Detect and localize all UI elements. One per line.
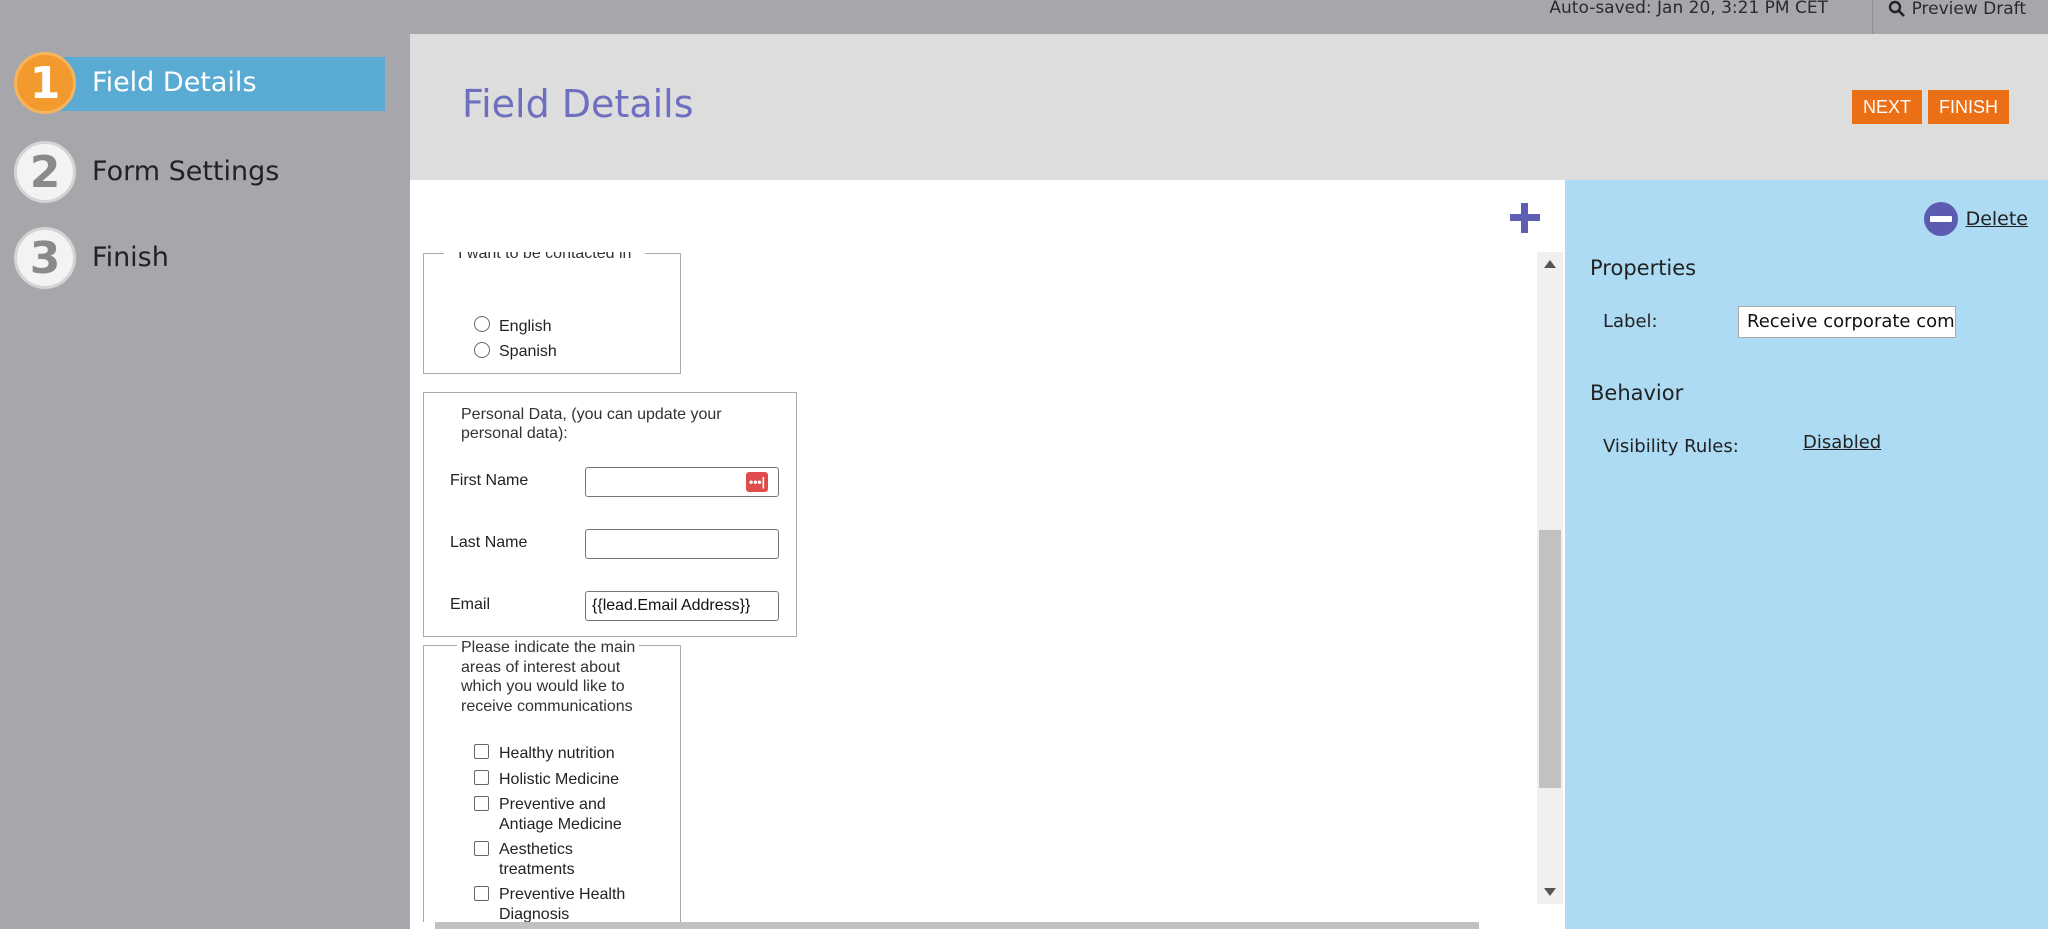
- preview-draft-link[interactable]: Preview Draft: [1888, 0, 2026, 18]
- fieldset-legend: Please indicate the main areas of intere…: [457, 638, 640, 716]
- step-label: Finish: [92, 242, 169, 273]
- scroll-up-arrow-icon[interactable]: [1544, 260, 1556, 268]
- checkbox-label: Preventive Health Diagnosis: [499, 885, 625, 922]
- search-icon: [1888, 0, 1905, 17]
- step-number-badge: 1: [14, 52, 76, 114]
- step-form-settings[interactable]: 2 Form Settings: [14, 141, 374, 203]
- first-name-label: First Name: [450, 472, 529, 489]
- fieldset-legend: Personal Data, (you can update your pers…: [457, 405, 726, 443]
- topbar-divider: [1872, 0, 1873, 34]
- label-line: Diagnosis: [499, 906, 570, 922]
- checkbox-aesthetics[interactable]: [474, 841, 489, 856]
- label-line: Preventive Health: [499, 886, 626, 903]
- behavior-heading: Behavior: [1590, 381, 1684, 405]
- add-field-icon[interactable]: [1507, 200, 1543, 236]
- radio-label: English: [499, 318, 552, 335]
- legend-line: personal data):: [461, 425, 568, 442]
- radio-spanish[interactable]: [474, 342, 490, 358]
- checkbox-holistic-medicine[interactable]: [474, 770, 489, 785]
- label-field-label: Label:: [1603, 311, 1658, 332]
- checkbox-label: Holistic Medicine: [499, 771, 620, 788]
- legend-line: Personal Data, (you can update your: [461, 406, 722, 423]
- checkbox-preventive-health[interactable]: [474, 886, 489, 901]
- radio-label: Spanish: [499, 343, 557, 360]
- label-line: Aesthetics: [499, 841, 573, 858]
- step-field-details[interactable]: 1 Field Details: [14, 52, 385, 114]
- checkbox-preventive-antiage[interactable]: [474, 796, 489, 811]
- first-name-input[interactable]: •••|: [585, 467, 779, 497]
- top-bar: Auto-saved: Jan 20, 3:21 PM CET Preview …: [410, 0, 2048, 34]
- legend-line: Please indicate the main: [461, 639, 636, 656]
- last-name-label: Last Name: [450, 534, 528, 551]
- next-button[interactable]: NEXT: [1852, 90, 1923, 124]
- label-input[interactable]: Receive corporate comm: [1738, 306, 1956, 338]
- step-number-badge: 3: [14, 227, 76, 289]
- last-name-input[interactable]: [585, 529, 779, 559]
- step-label: Field Details: [92, 67, 257, 98]
- form-canvas: I want to be contacted in English Spanis…: [410, 180, 1565, 929]
- finish-button[interactable]: FINISH: [1928, 90, 2010, 124]
- delete-field-button[interactable]: Delete: [1923, 202, 2028, 236]
- minus-circle-icon: [1923, 202, 1958, 236]
- checkbox-label: Aesthetics treatments: [499, 840, 575, 880]
- autosave-status: Auto-saved: Jan 20, 3:21 PM CET: [1549, 0, 1828, 18]
- step-label: Form Settings: [92, 156, 280, 187]
- vertical-scrollbar[interactable]: [1537, 252, 1563, 904]
- fieldset-legend: I want to be contacted in: [458, 252, 632, 262]
- email-label: Email: [450, 596, 491, 613]
- visibility-rules-link[interactable]: Disabled: [1803, 432, 1881, 453]
- label-line: Preventive and: [499, 796, 606, 813]
- password-manager-icon[interactable]: •••|: [746, 472, 768, 492]
- legend-line: areas of interest about: [461, 658, 621, 676]
- wizard-sidebar: 1 Field Details 2 Form Settings 3 Finish: [0, 0, 410, 929]
- visibility-rules-label: Visibility Rules:: [1603, 436, 1739, 457]
- checkbox-healthy-nutrition[interactable]: [474, 744, 489, 759]
- page-title: Field Details: [462, 82, 694, 126]
- checkbox-label: Preventive and Antiage Medicine: [499, 795, 622, 835]
- label-line: Antiage Medicine: [499, 816, 622, 833]
- horizontal-scrollbar[interactable]: [435, 922, 1479, 929]
- legend-line: which you would like to: [461, 678, 625, 695]
- radio-english[interactable]: [474, 316, 490, 332]
- checkbox-label: Healthy nutrition: [499, 745, 615, 762]
- email-input[interactable]: {{lead.Email Address}}: [585, 591, 779, 621]
- legend-line: receive communications: [461, 697, 633, 715]
- label-line: treatments: [499, 861, 575, 878]
- preview-draft-label: Preview Draft: [1911, 0, 2026, 19]
- delete-label: Delete: [1965, 208, 2028, 230]
- properties-heading: Properties: [1590, 256, 1697, 280]
- step-finish[interactable]: 3 Finish: [14, 227, 374, 289]
- form-preview: I want to be contacted in English Spanis…: [410, 252, 1537, 922]
- properties-panel: Delete Properties Label: Receive corpora…: [1565, 180, 2048, 929]
- scroll-down-arrow-icon[interactable]: [1544, 888, 1556, 896]
- step-number-badge: 2: [14, 141, 76, 203]
- page-header: Field Details NEXT FINISH: [410, 34, 2048, 180]
- scrollbar-thumb[interactable]: [1539, 530, 1561, 788]
